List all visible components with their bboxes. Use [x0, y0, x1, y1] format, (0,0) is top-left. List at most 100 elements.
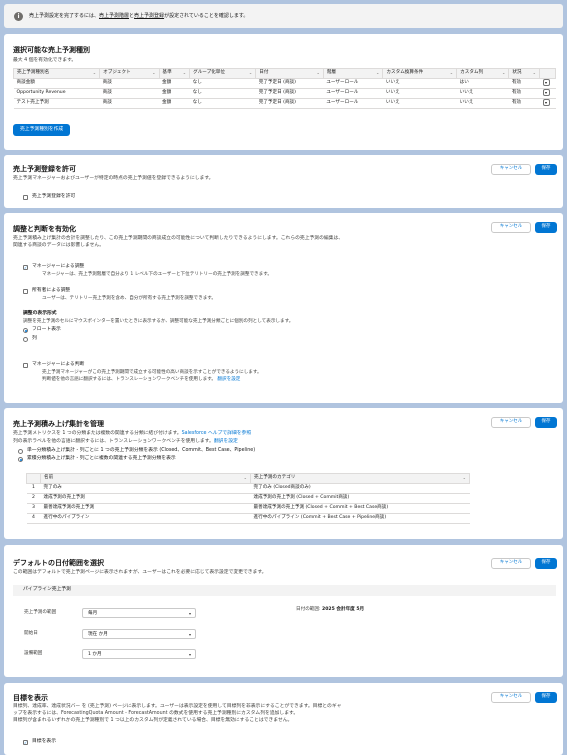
owner-adjustment-desc: ユーザーは、テリトリー売上予測を含め、自分が所有する売上予測を調整できます。 — [42, 296, 217, 301]
manager-judgment-desc-2: 判断値を他の言語に翻訳するには、トランスレーションワークベンチを使用します。 翻… — [42, 377, 240, 383]
chevron-down-icon[interactable]: ⌄ — [93, 70, 96, 75]
goals-desc-1: 目標列、達成率、達成状況バー を (売上予測) ページに表示します。ユーザーは表… — [13, 704, 342, 709]
column-display-label: 列 — [32, 336, 37, 341]
column-header[interactable]: 売上予測のカテゴリ ⌄ — [250, 473, 470, 484]
cancel-button[interactable]: キャンセル — [491, 692, 531, 703]
adjustment-format-desc: 調整を売上予測のセルにマウスポインターを置いたときに表示するか、調整可能な売上予… — [23, 319, 294, 324]
column-header[interactable]: 状況 ⌄ — [508, 68, 540, 79]
period-select[interactable]: 毎月 ▾ — [82, 608, 196, 618]
chevron-down-icon[interactable]: ⌄ — [183, 70, 186, 75]
chevron-down-icon: ▾ — [188, 632, 191, 637]
allow-submission-desc: 売上予測マネージャーおよびユーザーが特定の時点の売上予測値を登録できるようにしま… — [13, 176, 214, 181]
save-button[interactable]: 保存 — [535, 417, 557, 428]
column-header[interactable]: 基準 ⌄ — [158, 68, 191, 79]
chevron-down-icon[interactable]: ⌄ — [152, 70, 155, 75]
chevron-down-icon[interactable]: ⌄ — [502, 70, 505, 75]
help-link[interactable]: Salesforce ヘルプで詳細を参照 — [182, 431, 252, 436]
show-goals-checkbox[interactable]: ✓ — [23, 740, 28, 745]
row-menu-icon[interactable]: ▾ — [542, 99, 550, 107]
manager-judgment-desc-1: 売上予測マネージャーがこの売上予測期間で成立する可能性の高い商談を示すことができ… — [42, 370, 262, 375]
table-row: 2 達成予測の売上予測 達成予測の売上予測 (Closed + Commit商談… — [26, 493, 470, 504]
column-header[interactable]: 売上予測種別名 ⌄ — [12, 68, 101, 79]
rollups-desc-2-text: 列の表示ラベルを他の言語に翻訳するには、トランスレーションワークベンチを使用しま… — [13, 439, 214, 444]
chevron-down-icon[interactable]: ⌄ — [244, 475, 247, 480]
create-forecast-type-button[interactable]: 売上予測種別を作成 — [13, 124, 71, 136]
rollups-desc-2: 列の表示ラベルを他の言語に翻訳するには、トランスレーションワークベンチを使用しま… — [13, 439, 238, 445]
cell: テスト売上予測 — [13, 98, 100, 109]
save-button[interactable]: 保存 — [535, 558, 557, 569]
allow-submission-checkbox[interactable] — [23, 195, 28, 200]
column-header[interactable]: 日付 ⌄ — [255, 68, 324, 79]
save-button[interactable]: 保存 — [535, 692, 557, 703]
table-header-row: 名前 ⌄ 売上予測のカテゴリ ⌄ — [26, 473, 470, 484]
start-label: 開始日 — [24, 631, 38, 636]
float-display-label: フロート表示 — [32, 327, 61, 332]
forecast-settings-page: i 売上予測設定を完了するには、売上予測階層と売上予測登録が設定されていることを… — [0, 0, 567, 755]
column-header[interactable]: 名前 ⌄ — [40, 473, 251, 484]
cell: 1 — [26, 483, 41, 494]
cumulative-category-rollup-radio[interactable] — [18, 457, 23, 462]
cancel-button[interactable]: キャンセル — [491, 417, 531, 428]
column-header[interactable]: グループ化単位 ⌄ — [189, 68, 257, 79]
cell: 4 — [26, 513, 41, 524]
cell: 達成予測の売上予測 (Closed + Commit商談) — [250, 493, 470, 504]
cell: いいえ — [456, 88, 509, 99]
row-menu-icon[interactable]: ▾ — [542, 89, 550, 97]
adjustments-title: 調整と判断を有効化 — [13, 225, 76, 233]
banner-text-before: 売上予測設定を完了するには、 — [29, 12, 100, 19]
forecast-enablement-link[interactable]: 売上予測登録 — [134, 13, 164, 19]
chevron-down-icon[interactable]: ⌄ — [376, 70, 379, 75]
start-select-value: 現在 か月 — [88, 632, 108, 637]
column-header[interactable]: オブジェクト ⌄ — [99, 68, 160, 79]
chevron-down-icon[interactable]: ⌄ — [316, 70, 319, 75]
chevron-down-icon[interactable]: ⌄ — [533, 70, 536, 75]
chevron-down-icon[interactable]: ⌄ — [463, 475, 466, 480]
table-header-row: 売上予測種別名 ⌄ オブジェクト ⌄ 基準 ⌄ グループ化単位 ⌄ 日付 ⌄ 階層 ⌄ カス… — [12, 68, 556, 79]
manager-adjustment-checkbox[interactable]: ✓ — [23, 265, 28, 270]
single-category-rollup-radio[interactable] — [18, 449, 23, 454]
goals-desc-2: ップを表示するには、ForecastingQuota Amount - Fore… — [13, 711, 299, 716]
row-actions: ▾ — [539, 78, 556, 89]
cumulative-category-rollup-label: 累積分類積み上げ集計 - 列ごとに複数の関連する売上予測分類を表示 — [27, 456, 176, 461]
allow-submission-actions: キャンセル 保存 — [491, 164, 557, 175]
column-header[interactable]: 階層 ⌄ — [322, 68, 384, 79]
manager-judgment-checkbox[interactable] — [23, 363, 28, 368]
forecast-types-table: 売上予測種別名 ⌄ オブジェクト ⌄ 基準 ⌄ グループ化単位 ⌄ 日付 ⌄ 階層 ⌄ カス… — [12, 68, 556, 109]
adjustments-actions: キャンセル 保存 — [491, 222, 557, 233]
cell: 完了のみ — [40, 483, 251, 494]
cell: 商談 — [99, 78, 159, 89]
date-range-title: デフォルトの日付範囲を選択 — [13, 559, 104, 567]
forecast-types-subtitle: 最大 4 個を有効化できます。 — [13, 58, 77, 63]
info-icon: i — [14, 11, 23, 21]
cell: いいえ — [382, 78, 457, 89]
float-display-radio[interactable] — [23, 328, 28, 333]
save-button[interactable]: 保存 — [535, 222, 557, 233]
forecast-hierarchy-link[interactable]: 売上予測階層 — [99, 13, 129, 19]
owner-adjustment-checkbox[interactable] — [23, 289, 28, 294]
manager-adjustment-desc: マネージャーは、売上予測階層で自分より 1 レベル下のユーザーと下位テリトリーの… — [42, 272, 272, 277]
manager-judgment-desc-2-text: 判断値を他の言語に翻訳するには、トランスレーションワークベンチを使用します。 — [42, 377, 216, 382]
cell: 商談 — [99, 98, 159, 109]
column-header[interactable]: カスタム換算条件 ⌄ — [382, 68, 458, 79]
row-menu-icon[interactable]: ▾ — [542, 79, 550, 87]
rollups-card: 売上予測積み上げ集計を管理 売上予測メトリクスを 1 つの分類または複数の関連す… — [4, 408, 563, 539]
cancel-button[interactable]: キャンセル — [491, 164, 531, 175]
save-button[interactable]: 保存 — [535, 164, 557, 175]
start-select[interactable]: 現在 か月 ▾ — [82, 629, 196, 639]
chevron-down-icon[interactable]: ⌄ — [249, 70, 252, 75]
translation-setup-link[interactable]: 翻訳を設定 — [214, 439, 238, 444]
period-label: 売上予測の範囲 — [24, 610, 57, 615]
cancel-button[interactable]: キャンセル — [491, 558, 531, 569]
column-display-radio[interactable] — [23, 337, 28, 342]
cancel-button[interactable]: キャンセル — [491, 222, 531, 233]
rollups-table: 名前 ⌄ 売上予測のカテゴリ ⌄ 1 完了のみ 完了のみ (Closed商談のみ) … — [26, 473, 470, 524]
row-actions: ▾ — [539, 88, 556, 99]
chevron-down-icon[interactable]: ⌄ — [450, 70, 453, 75]
pipeline-forecast-subsection: パイプライン売上予測 — [13, 585, 556, 596]
cell: 2 — [26, 493, 41, 504]
column-header[interactable]: カスタム列 ⌄ — [456, 68, 510, 79]
display-range-select[interactable]: 1 か月 ▾ — [82, 649, 196, 659]
cell: 完了予定日 (商談) — [255, 88, 324, 99]
translation-setup-link[interactable]: 翻訳を設定 — [217, 377, 240, 382]
manager-judgment-label: マネージャーによる判断 — [32, 362, 85, 367]
